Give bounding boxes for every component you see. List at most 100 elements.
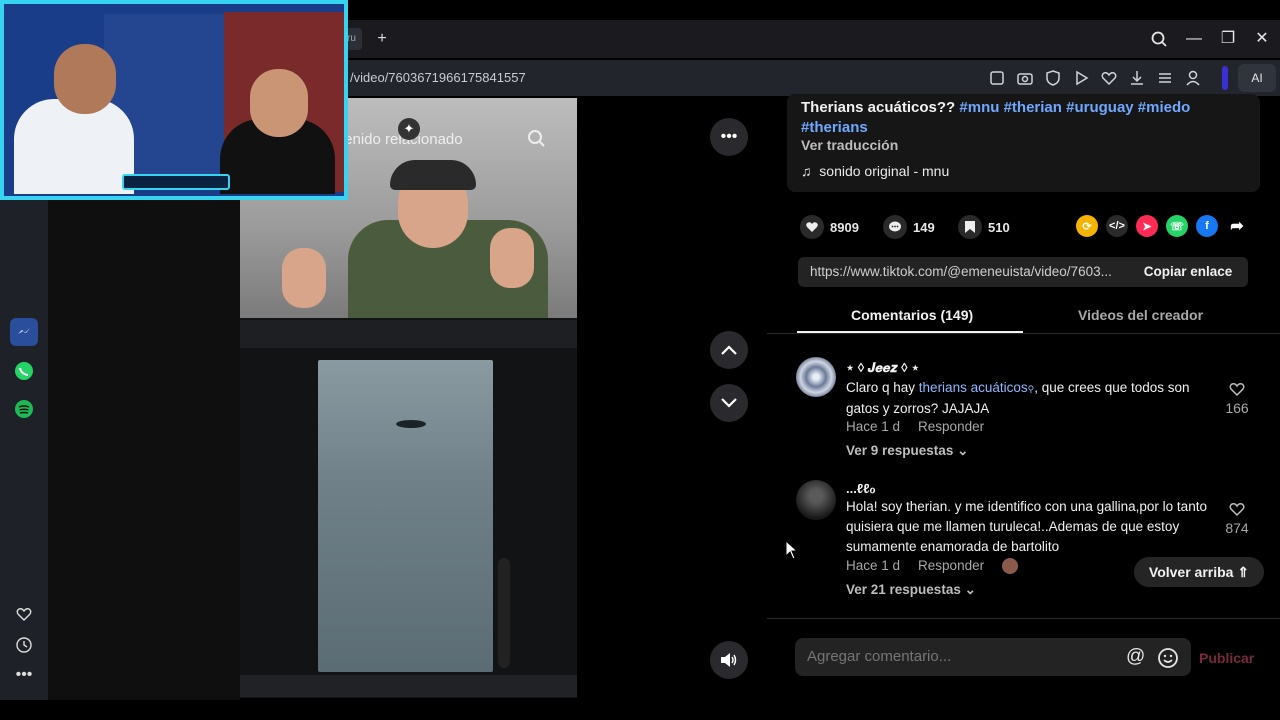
hashtag-link[interactable]: #uruguay (1066, 99, 1134, 116)
sparkle-icon[interactable]: ✦ (398, 118, 420, 140)
favorites-icon[interactable] (10, 600, 38, 628)
download-icon[interactable] (1126, 67, 1148, 89)
translate-link[interactable]: Ver traducción (801, 137, 898, 153)
animal-in-water (396, 420, 426, 428)
url-text[interactable]: /video/7603671966175841557 (350, 70, 526, 85)
comment-count: 149 (913, 219, 935, 235)
comment-like-button[interactable]: 874 (1222, 500, 1252, 536)
comment-author[interactable]: ...ℓℓℴ (846, 481, 876, 497)
heart-icon (800, 215, 824, 239)
view-replies-label: Ver 21 respuestas (846, 582, 961, 597)
heart-icon[interactable] (1098, 67, 1120, 89)
save-count: 510 (988, 219, 1010, 235)
messenger-icon[interactable] (10, 318, 38, 346)
repost-icon[interactable]: ⟳ (1076, 215, 1098, 237)
creator-liked-avatar (1002, 558, 1019, 575)
mouse-cursor (785, 540, 799, 560)
share-link-text[interactable]: https://www.tiktok.com/@emeneuista/video… (810, 264, 1125, 279)
back-to-top-label: Volver arriba (1148, 564, 1234, 580)
new-tab-button[interactable]: + (372, 29, 392, 49)
comment-text-start: Claro q hay (846, 380, 919, 395)
reaction-webcam (0, 0, 348, 200)
double-chevron-up-icon: ⇑ (1237, 564, 1250, 580)
copy-link-button[interactable]: Copiar enlace (1128, 257, 1248, 287)
bookmark-icon (958, 215, 982, 239)
water-clip (318, 360, 493, 672)
whatsapp-share-icon[interactable]: ☏ (1166, 215, 1188, 237)
hashtag-link[interactable]: #therians (801, 119, 868, 136)
search-icon[interactable] (1148, 29, 1172, 49)
person-right-face (250, 69, 308, 137)
minimize-icon[interactable]: — (1182, 29, 1206, 49)
post-description: Therians acuáticos?? #mnu #therian #urug… (801, 98, 1241, 138)
ai-label: AI (1251, 71, 1263, 85)
restore-icon[interactable]: ❐ (1216, 29, 1240, 49)
clip-side-controls (498, 558, 510, 668)
comment-icon (883, 215, 907, 239)
like-stat[interactable]: 8909 (800, 215, 859, 239)
chevron-down-icon: ⌄ (957, 443, 969, 458)
avatar[interactable] (796, 357, 836, 397)
composer-divider (767, 618, 1280, 619)
reply-button[interactable]: Responder (918, 558, 984, 573)
sound-link[interactable]: ♫ sonido original - mnu (801, 163, 949, 179)
cam-nameplate (122, 174, 230, 190)
hand-left (282, 248, 326, 308)
view-replies-button[interactable]: Ver 21 respuestas ⌄ (846, 582, 976, 598)
close-icon[interactable]: ✕ (1250, 29, 1274, 49)
previous-video-button[interactable] (710, 331, 748, 369)
mention-icon[interactable]: @ (1126, 646, 1145, 668)
comment-like-count: 874 (1225, 520, 1249, 536)
like-count: 8909 (830, 219, 859, 235)
camera-icon[interactable] (1014, 67, 1036, 89)
comment-meta: Hace 1 d Responder (846, 558, 1036, 575)
more-options-button[interactable]: ••• (710, 118, 748, 156)
edit-icon[interactable] (986, 67, 1008, 89)
comment-author[interactable]: ⋆ ◊ 𝑱𝒆𝒆𝒛 ◊ ⋆ (846, 360, 919, 376)
comment-like-button[interactable]: 166 (1222, 380, 1252, 416)
browser-tab[interactable]: ru (346, 28, 362, 50)
view-replies-label: Ver 9 respuestas (846, 443, 954, 458)
menu-icon[interactable] (1154, 67, 1176, 89)
whatsapp-icon[interactable] (10, 357, 38, 385)
view-replies-button[interactable]: Ver 9 respuestas ⌄ (846, 443, 968, 459)
more-icon[interactable]: ••• (10, 661, 38, 689)
chevron-down-icon: ⌄ (964, 582, 976, 597)
avatar[interactable] (796, 480, 836, 520)
share-arrow-icon[interactable]: ➦ (1226, 215, 1248, 237)
back-to-top-button[interactable]: Volver arriba ⇑ (1134, 557, 1264, 587)
reply-button[interactable]: Responder (918, 419, 984, 434)
headphones (390, 160, 476, 190)
comment-stat[interactable]: 149 (883, 215, 935, 239)
shield-icon[interactable] (1042, 67, 1064, 89)
person-left-shirt (14, 99, 134, 194)
comment-text: Hola! soy therian. y me identifico con u… (846, 499, 1207, 554)
spotify-icon[interactable] (10, 395, 38, 423)
play-icon[interactable] (1070, 67, 1092, 89)
music-note-icon: ♫ (801, 163, 812, 179)
hashtag-link[interactable]: #mnu (959, 99, 999, 116)
send-icon[interactable]: ➤ (1136, 215, 1158, 237)
save-stat[interactable]: 510 (958, 215, 1010, 239)
facebook-share-icon[interactable]: f (1196, 215, 1218, 237)
tab-creator-videos[interactable]: Videos del creador (1078, 307, 1203, 323)
comment-input[interactable] (807, 648, 1107, 665)
publish-button[interactable]: Publicar (1199, 650, 1254, 666)
embed-icon[interactable]: </> (1106, 215, 1128, 237)
search-keyword-link[interactable]: therians acuáticos (919, 380, 1028, 395)
tab-comments[interactable]: Comentarios (149) (851, 307, 973, 323)
ai-button[interactable]: AI (1238, 64, 1276, 92)
volume-button[interactable] (710, 641, 748, 679)
hashtag-link[interactable]: #miedo (1138, 99, 1191, 116)
next-video-button[interactable] (710, 384, 748, 422)
hashtag-link[interactable]: #therian (1004, 99, 1062, 116)
extension-accent (1222, 66, 1228, 90)
emoji-icon[interactable] (1157, 647, 1179, 669)
sound-label: sonido original - mnu (819, 163, 950, 179)
comment-text: Claro q hay therians acuáticos⚲, que cre… (846, 378, 1211, 419)
history-icon[interactable] (10, 631, 38, 659)
video-search-icon[interactable] (526, 128, 548, 150)
comment-time: Hace 1 d (846, 419, 901, 434)
profile-icon[interactable] (1182, 67, 1204, 89)
person-left-face (54, 44, 116, 114)
